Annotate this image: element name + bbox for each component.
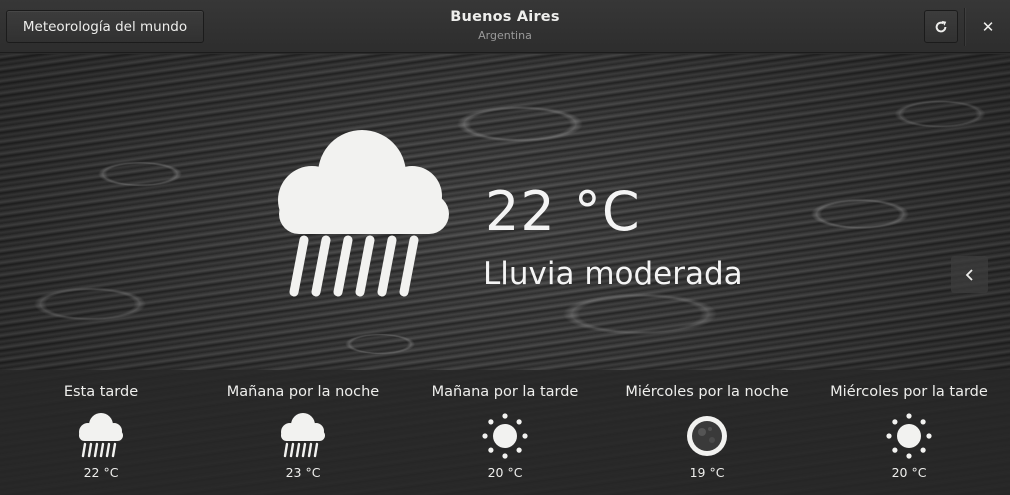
rain-cloud-icon — [79, 413, 123, 458]
location-title: Buenos Aires — [450, 9, 560, 25]
refresh-button[interactable] — [924, 10, 958, 43]
current-summary: Lluvia moderada — [483, 256, 743, 292]
title-block: Buenos Aires Argentina — [355, 9, 655, 42]
forecast-label: Miércoles por la noche — [625, 384, 789, 400]
forecast-temperature: 20 °C — [891, 465, 927, 480]
forecast-label: Mañana por la noche — [226, 384, 380, 400]
header-separator — [964, 8, 965, 46]
current-temperature: 22 °C — [485, 180, 641, 243]
sun-icon — [482, 413, 528, 459]
forecast-item: Miércoles por la tarde 20 °C — [809, 370, 1009, 480]
forecast-label: Mañana por la tarde — [431, 384, 579, 400]
forecast-temperature: 20 °C — [487, 465, 523, 480]
forecast-strip: Esta tarde 22 °C Mañana por la noche 23 … — [0, 370, 1010, 495]
forecast-label: Esta tarde — [63, 384, 139, 400]
previous-page-button[interactable] — [951, 256, 988, 293]
rain-cloud-icon — [278, 130, 449, 297]
chevron-left-icon — [965, 268, 973, 281]
forecast-item: Esta tarde 22 °C — [1, 370, 201, 480]
close-button[interactable]: ✕ — [972, 10, 1004, 43]
world-weather-button[interactable]: Meteorología del mundo — [6, 10, 204, 43]
forecast-item: Miércoles por la noche 19 °C — [607, 370, 807, 480]
sun-icon — [886, 413, 932, 459]
forecast-temperature: 19 °C — [689, 465, 725, 480]
forecast-temperature: 23 °C — [285, 465, 321, 480]
header-bar: Meteorología del mundo Buenos Aires Arge… — [0, 0, 1010, 53]
location-subtitle: Argentina — [478, 29, 532, 42]
forecast-label: Miércoles por la tarde — [830, 384, 988, 400]
forecast-item: Mañana por la tarde 20 °C — [405, 370, 605, 480]
moon-icon — [687, 416, 727, 456]
forecast-item: Mañana por la noche 23 °C — [203, 370, 403, 480]
close-icon: ✕ — [981, 17, 995, 36]
rain-cloud-icon — [281, 413, 325, 458]
forecast-temperature: 22 °C — [83, 465, 119, 480]
refresh-icon — [935, 20, 947, 32]
